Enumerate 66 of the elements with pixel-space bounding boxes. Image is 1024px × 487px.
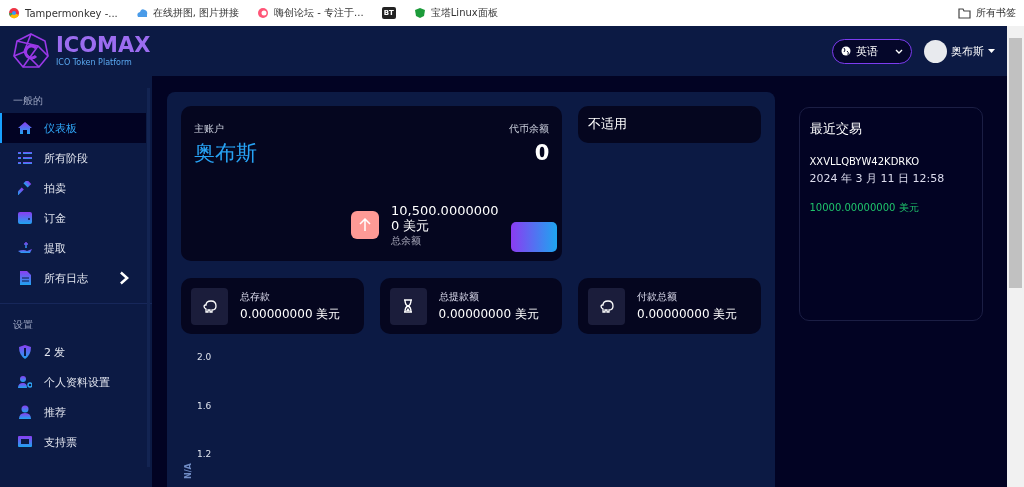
axis-tick-label: 1.2 <box>197 449 212 459</box>
bookmark-link[interactable]: 宝塔Linux面板 <box>430 6 498 20</box>
piggy-bank-icon <box>599 299 614 313</box>
account-name: 奥布斯 <box>194 140 257 167</box>
document-icon <box>18 271 32 285</box>
axis-tick-label: 1.6 <box>197 400 212 411</box>
transaction-id: XXVLLQBYW42KDRKO <box>809 156 921 167</box>
balance-label: 总余额 <box>391 234 422 248</box>
section-heading: 一般的 <box>12 94 44 108</box>
section-heading: 设置 <box>12 318 34 332</box>
logo-tagline: ICO Token Platform <box>56 58 133 67</box>
folder-icon <box>958 7 971 19</box>
nav-item[interactable]: 拍卖 <box>0 173 146 203</box>
nav-item[interactable]: 仪表板 <box>0 113 146 143</box>
token-balance-label: 代币余额 <box>509 122 550 136</box>
transaction-date: 2024 年 3 月 11 日 12:58 <box>809 171 946 186</box>
transaction-amount: 10000.00000000 美元 <box>809 201 920 215</box>
all-bookmarks-link[interactable]: 所有书签 <box>976 6 1016 20</box>
stat-label: 付款总额 <box>637 289 678 304</box>
user-gear-icon <box>18 375 32 389</box>
cloud-icon <box>135 7 148 19</box>
nav-item[interactable]: 支持票 <box>0 427 146 457</box>
scrollbar[interactable] <box>1007 26 1024 487</box>
nav-item[interactable]: 个人资料设置 <box>0 367 146 397</box>
nav-item[interactable]: 提取 <box>0 233 146 263</box>
shield-icon <box>413 7 426 19</box>
axis-tick-label: 2.0 <box>197 352 212 362</box>
account-label: 主账户 <box>194 122 225 136</box>
balance-amount: 0 美元 <box>391 218 431 234</box>
stat-label: 总存款 <box>240 289 271 304</box>
logo-name: ICOMAX <box>56 35 151 56</box>
bookmark-link[interactable]: 嗨创论坛 - 专注于... <box>274 6 364 20</box>
stat-value: 0.00000000 美元 <box>438 305 539 323</box>
piggy-bank-icon <box>202 299 217 313</box>
screen-icon <box>18 435 32 449</box>
chevron-down-icon <box>895 48 903 55</box>
nav-item[interactable]: 推荐 <box>0 397 146 427</box>
not-applicable-card: 不适用 <box>578 106 761 143</box>
axis-title: N/A <box>184 463 193 479</box>
hourglass-icon <box>401 299 415 313</box>
globe-icon <box>841 46 851 56</box>
logo-icon <box>12 32 50 70</box>
gavel-icon <box>18 181 32 195</box>
nav-item[interactable]: 所有阶段 <box>0 143 146 173</box>
home-icon <box>18 121 32 135</box>
stat-value: 0.00000000 美元 <box>240 305 341 323</box>
language-select[interactable]: 英语 <box>832 38 912 64</box>
avatar <box>924 39 947 63</box>
nav-item[interactable]: 订金 <box>0 203 146 233</box>
nav-item[interactable]: 所有日志 <box>0 263 146 293</box>
card-title: 最近交易 <box>809 120 863 138</box>
user-icon <box>18 405 32 419</box>
nav-item[interactable]: 2 发 <box>0 337 146 367</box>
chrome-icon <box>8 7 20 19</box>
balance-amount: 10,500.0000000 <box>391 202 499 219</box>
wallet-icon <box>18 211 32 225</box>
list-icon <box>18 151 32 165</box>
token-balance-value: 0 <box>533 141 550 165</box>
stat-label: 总提款额 <box>438 289 480 304</box>
bookmark-link[interactable]: Tampermonkey -... <box>25 7 118 19</box>
shield-icon <box>18 345 32 359</box>
user-menu[interactable]: 奥布斯 <box>924 39 995 63</box>
bookmark-link[interactable]: 在线拼图, 图片拼接 <box>152 6 240 20</box>
stat-value: 0.00000000 美元 <box>637 305 738 323</box>
caret-icon <box>988 49 995 53</box>
hand-icon <box>18 241 32 255</box>
